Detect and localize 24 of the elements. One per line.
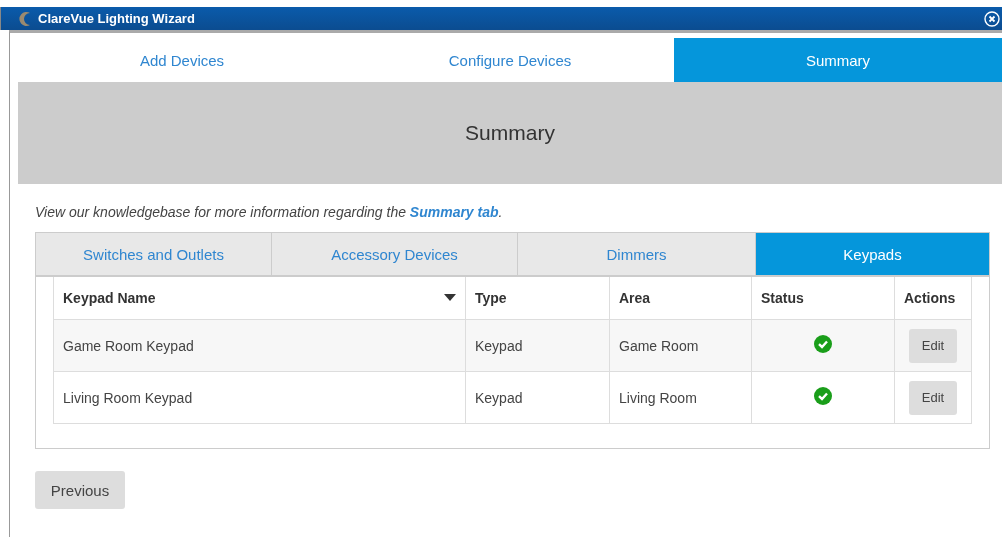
window-title: ClareVue Lighting Wizard <box>38 11 196 26</box>
summary-tab-link[interactable]: Summary tab <box>409 204 499 220</box>
column-header[interactable]: Actions <box>894 277 972 320</box>
close-icon[interactable] <box>984 10 1000 27</box>
table-cell: Keypad <box>465 319 610 372</box>
column-label: Actions <box>904 290 956 306</box>
column-header[interactable]: Status <box>751 277 895 320</box>
column-header[interactable]: Area <box>609 277 752 320</box>
info-text: View our knowledgebase for more information regarding the Summary tab. <box>35 204 504 220</box>
column-label: Type <box>475 290 507 306</box>
table-cell: Game Room <box>609 319 752 372</box>
column-label: Status <box>761 290 804 306</box>
edit-button[interactable]: Edit <box>909 380 957 415</box>
table-cell: Living Room <box>609 371 752 424</box>
previous-button[interactable]: Previous <box>35 471 125 509</box>
edit-button[interactable]: Edit <box>909 328 957 363</box>
table-cell: Keypad <box>465 371 610 424</box>
table-cell: Game Room Keypad <box>53 319 466 372</box>
column-header[interactable]: Keypad Name <box>53 277 466 320</box>
column-label: Keypad Name <box>63 290 156 306</box>
table-cell: Living Room Keypad <box>53 371 466 424</box>
column-header[interactable]: Type <box>465 277 610 320</box>
column-label: Area <box>619 290 651 306</box>
section-title: Summary <box>465 121 555 145</box>
